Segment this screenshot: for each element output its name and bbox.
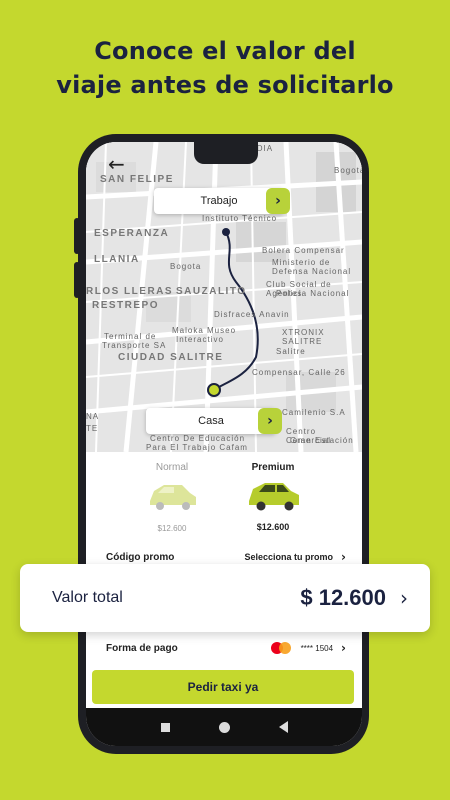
phone-side-button: [74, 262, 80, 298]
destination-pill[interactable]: Casa: [146, 408, 276, 434]
map-label: Centro De Educación: [150, 434, 246, 443]
chevron-right-icon: ›: [341, 550, 346, 564]
map-label: Bolera Compensar: [262, 246, 345, 255]
chevron-right-icon: ›: [400, 586, 408, 610]
map-label: ESPERANZA: [94, 228, 170, 239]
map-label: Ministerio de: [272, 258, 331, 267]
map-label: Maloka Museo: [172, 326, 237, 335]
taxi-premium-icon: [249, 483, 299, 511]
phone-notch: [194, 142, 258, 164]
total-value: $ 12.600: [300, 585, 386, 610]
destination-label: Casa: [198, 415, 224, 427]
request-taxi-button[interactable]: Pedir taxi ya: [92, 670, 354, 704]
option-normal-name: Normal: [155, 462, 189, 473]
headline-line-2: viaje antes de solicitarlo: [56, 71, 394, 99]
chevron-right-icon: ›: [341, 641, 346, 655]
map-label: Para El Trabajo Cafam: [146, 443, 248, 452]
payment-row[interactable]: Forma de pago **** 1504 ›: [86, 635, 362, 661]
headline: Conoce el valor del viaje antes de solic…: [0, 34, 450, 102]
option-premium[interactable]: Premium $12.600: [240, 462, 306, 532]
total-card[interactable]: Valor total $ 12.600 ›: [20, 564, 430, 632]
headline-line-1: Conoce el valor del: [94, 37, 356, 65]
phone-screen: MANDIA SAN FELIPE ESPERANZA LLANIA RLOS …: [86, 142, 362, 746]
promo-action: Selecciona tu promo: [244, 552, 334, 562]
map-label: TE: [86, 424, 99, 433]
origin-chevron-icon[interactable]: ›: [266, 188, 290, 214]
map-label: Terminal de: [104, 332, 157, 341]
option-normal-price: $12.600: [157, 524, 187, 533]
map-label: Transporte SA: [102, 341, 167, 350]
map-label: Instituto Técnico: [202, 214, 278, 223]
origin-pill[interactable]: Trabajo: [154, 188, 284, 214]
map-label: Salitre: [276, 347, 306, 356]
map-view[interactable]: MANDIA SAN FELIPE ESPERANZA LLANIA RLOS …: [86, 142, 362, 452]
map-label: CIUDAD SALITRE: [118, 352, 224, 363]
origin-label: Trabajo: [200, 195, 238, 207]
map-label: Interactivo: [176, 335, 224, 344]
mastercard-icon: [270, 642, 291, 654]
map-label: Compensar, Calle 26: [252, 368, 346, 377]
card-number: **** 1504: [300, 643, 334, 653]
option-normal[interactable]: Normal $12.600: [142, 462, 202, 533]
map-label: Gran Estación: [290, 436, 354, 445]
map-label: NA: [86, 412, 100, 421]
map-label: Bogota: [170, 262, 202, 271]
taxi-normal-icon: [150, 485, 196, 510]
option-premium-name: Premium: [251, 462, 295, 473]
map-label: RLOS LLERAS: [86, 286, 174, 297]
payment-label: Forma de pago: [106, 642, 178, 654]
destination-chevron-icon[interactable]: ›: [258, 408, 282, 434]
recents-icon[interactable]: [160, 722, 170, 732]
home-icon[interactable]: [218, 721, 230, 733]
option-premium-price: $12.600: [256, 522, 290, 532]
total-label: Valor total: [52, 589, 123, 606]
map-label: RESTREPO: [92, 300, 160, 311]
phone-side-button: [74, 218, 80, 254]
back-icon[interactable]: [278, 721, 288, 733]
android-nav-bar: [86, 708, 362, 746]
map-label: Defensa Nacional: [272, 267, 352, 276]
promo-label: Código promo: [106, 551, 175, 563]
map-label: SAUZALITO: [176, 286, 247, 297]
back-arrow-icon[interactable]: ←: [108, 152, 125, 176]
map-label: Bogotá: [334, 166, 362, 175]
map-label: Policía Nacional: [276, 289, 350, 298]
map-label: XTRONIX SALITRE: [282, 328, 325, 346]
map-label: Camilenio S.A: [282, 408, 346, 417]
map-label: LLANIA: [94, 254, 140, 265]
map-label: Disfraces Anavin: [214, 310, 290, 319]
